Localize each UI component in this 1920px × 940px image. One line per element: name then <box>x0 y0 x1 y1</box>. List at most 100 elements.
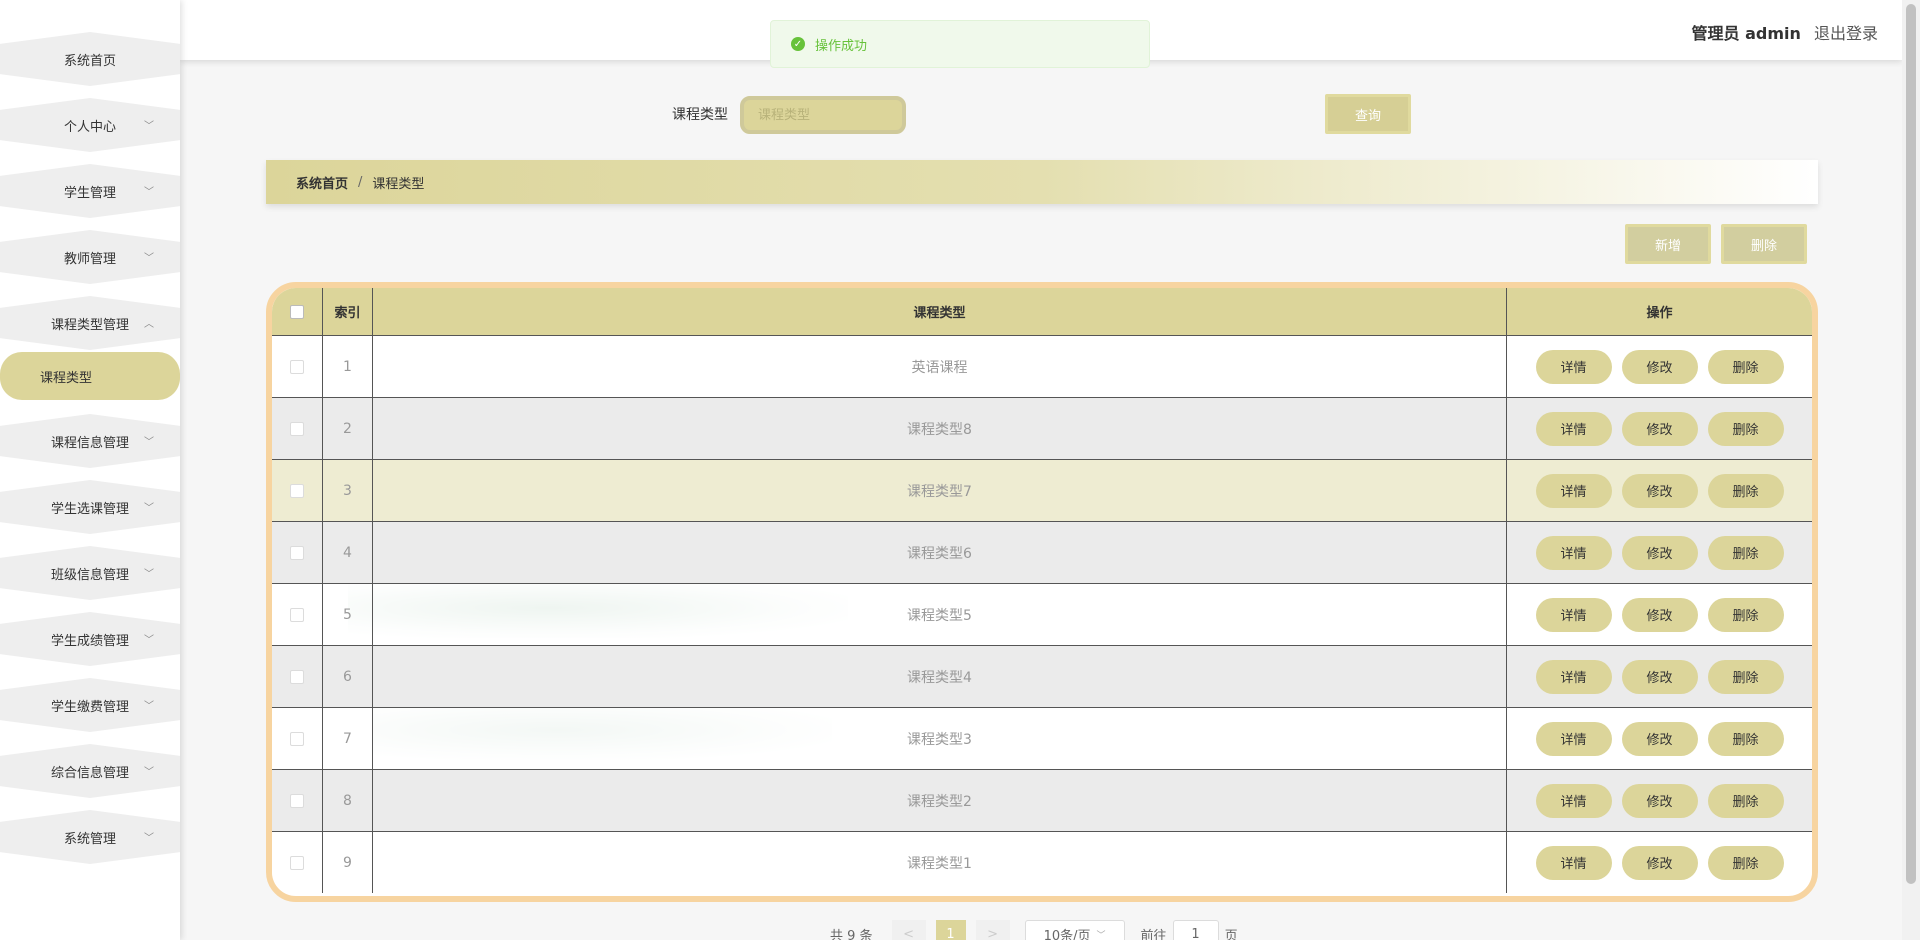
sidebar-item-course-selection-management[interactable]: 学生选课管理 ﹀ <box>0 480 180 534</box>
chevron-down-icon: ﹀ <box>144 766 154 778</box>
sidebar-item-home[interactable]: 系统首页 <box>0 32 180 86</box>
page-number-current[interactable]: 1 <box>935 920 966 940</box>
chevron-down-icon: ﹀ <box>144 436 154 448</box>
delete-button[interactable]: 删除 <box>1707 473 1784 508</box>
row-course-type: 课程类型3 <box>372 708 1507 769</box>
chevron-down-icon: ﹀ <box>144 700 154 712</box>
edit-button[interactable]: 修改 <box>1621 349 1698 384</box>
detail-button[interactable]: 详情 <box>1535 845 1612 880</box>
row-checkbox[interactable] <box>290 545 304 560</box>
edit-button[interactable]: 修改 <box>1621 659 1698 694</box>
delete-button[interactable]: 删除 <box>1707 349 1784 384</box>
search-label: 课程类型 <box>672 107 728 123</box>
table-row: 4 课程类型6 详情 修改 删除 <box>272 521 1812 583</box>
sidebar-item-label: 课程信息管理 <box>50 435 129 451</box>
sidebar-item-class-info-management[interactable]: 班级信息管理 ﹀ <box>0 546 180 600</box>
detail-button[interactable]: 详情 <box>1535 473 1612 508</box>
delete-button[interactable]: 删除 <box>1707 535 1784 570</box>
row-course-type: 课程类型7 <box>372 460 1507 521</box>
table-row: 9 课程类型1 详情 修改 删除 <box>272 831 1812 893</box>
row-index: 8 <box>322 770 372 831</box>
detail-button[interactable]: 详情 <box>1535 535 1612 570</box>
sidebar-item-student-management[interactable]: 学生管理 ﹀ <box>0 164 180 218</box>
sidebar-item-grade-management[interactable]: 学生成绩管理 ﹀ <box>0 612 180 666</box>
breadcrumb-separator: / <box>358 174 363 190</box>
course-type-search-input[interactable] <box>740 96 906 134</box>
delete-button[interactable]: 删除 <box>1707 597 1784 632</box>
delete-button[interactable]: 删除 <box>1707 845 1784 880</box>
breadcrumb-home[interactable]: 系统首页 <box>296 173 348 192</box>
detail-button[interactable]: 详情 <box>1535 783 1612 818</box>
header-index: 索引 <box>322 288 372 335</box>
user-area: 管理员 admin 退出登录 <box>1692 20 1878 44</box>
sidebar-item-personal-center[interactable]: 个人中心 ﹀ <box>0 98 180 152</box>
next-page-button[interactable]: > <box>975 920 1010 940</box>
edit-button[interactable]: 修改 <box>1621 783 1698 818</box>
row-checkbox[interactable] <box>290 607 304 622</box>
chevron-down-icon: ﹀ <box>144 252 154 264</box>
breadcrumb-current: 课程类型 <box>372 176 425 192</box>
row-checkbox[interactable] <box>290 483 304 498</box>
row-index: 6 <box>322 646 372 707</box>
chevron-down-icon: ﹀ <box>144 186 154 198</box>
chevron-down-icon: ﹀ <box>144 832 154 844</box>
row-course-type: 英语课程 <box>372 336 1507 397</box>
chevron-down-icon: ﹀ <box>144 502 154 514</box>
batch-delete-button[interactable]: 删除 <box>1721 224 1807 264</box>
row-checkbox[interactable] <box>290 855 304 870</box>
sidebar-item-course-info-management[interactable]: 课程信息管理 ﹀ <box>0 414 180 468</box>
add-button[interactable]: 新增 <box>1625 224 1711 264</box>
sidebar-item-label: 学生管理 <box>63 185 116 201</box>
logout-link[interactable]: 退出登录 <box>1814 24 1878 43</box>
prev-page-button[interactable]: < <box>891 920 926 940</box>
edit-button[interactable]: 修改 <box>1621 535 1698 570</box>
sidebar-item-label: 学生成绩管理 <box>50 633 129 649</box>
row-checkbox[interactable] <box>290 421 304 436</box>
detail-button[interactable]: 详情 <box>1535 659 1612 694</box>
chevron-down-icon: ﹀ <box>144 568 154 580</box>
row-index: 2 <box>322 398 372 459</box>
sidebar-subitem-course-type[interactable]: 课程类型 <box>0 352 180 400</box>
row-checkbox[interactable] <box>290 731 304 746</box>
query-button[interactable]: 查询 <box>1325 94 1411 134</box>
edit-button[interactable]: 修改 <box>1621 473 1698 508</box>
edit-button[interactable]: 修改 <box>1621 597 1698 632</box>
sidebar-item-label: 课程类型管理 <box>50 317 129 333</box>
sidebar-item-label: 系统首页 <box>63 53 116 69</box>
vertical-scrollbar[interactable] <box>1902 0 1920 940</box>
sidebar-item-teacher-management[interactable]: 教师管理 ﹀ <box>0 230 180 284</box>
sidebar-item-system-management[interactable]: 系统管理 ﹀ <box>0 810 180 864</box>
edit-button[interactable]: 修改 <box>1621 845 1698 880</box>
edit-button[interactable]: 修改 <box>1621 721 1698 756</box>
row-index: 9 <box>322 832 372 893</box>
delete-button[interactable]: 删除 <box>1707 721 1784 756</box>
detail-button[interactable]: 详情 <box>1535 721 1612 756</box>
sidebar-item-payment-management[interactable]: 学生缴费管理 ﹀ <box>0 678 180 732</box>
detail-button[interactable]: 详情 <box>1535 597 1612 632</box>
page-size-select[interactable]: 10条/页 ﹀ <box>1024 920 1125 940</box>
goto-page-input[interactable]: 1 <box>1172 920 1219 940</box>
detail-button[interactable]: 详情 <box>1535 349 1612 384</box>
row-checkbox[interactable] <box>290 669 304 684</box>
header-course-type: 课程类型 <box>372 288 1507 335</box>
table-row: 2 课程类型8 详情 修改 删除 <box>272 397 1812 459</box>
table-row: 1 英语课程 详情 修改 删除 <box>272 335 1812 397</box>
row-checkbox[interactable] <box>290 793 304 808</box>
edit-button[interactable]: 修改 <box>1621 411 1698 446</box>
check-circle-icon: ✓ <box>791 37 805 51</box>
pagination-total: 共 9 条 <box>830 928 873 940</box>
detail-button[interactable]: 详情 <box>1535 411 1612 446</box>
sidebar-item-label: 个人中心 <box>63 119 116 135</box>
delete-button[interactable]: 删除 <box>1707 783 1784 818</box>
delete-button[interactable]: 删除 <box>1707 411 1784 446</box>
sidebar-item-course-type-management[interactable]: 课程类型管理 ︿ <box>0 296 180 350</box>
row-index: 4 <box>322 522 372 583</box>
table-row: 5 课程类型5 详情 修改 删除 <box>272 583 1812 645</box>
row-checkbox[interactable] <box>290 359 304 374</box>
sidebar-item-general-info-management[interactable]: 综合信息管理 ﹀ <box>0 744 180 798</box>
scrollbar-thumb[interactable] <box>1906 4 1916 884</box>
delete-button[interactable]: 删除 <box>1707 659 1784 694</box>
chevron-down-icon: ﹀ <box>1096 930 1106 940</box>
select-all-checkbox[interactable] <box>290 304 304 319</box>
chevron-down-icon: ﹀ <box>144 634 154 646</box>
